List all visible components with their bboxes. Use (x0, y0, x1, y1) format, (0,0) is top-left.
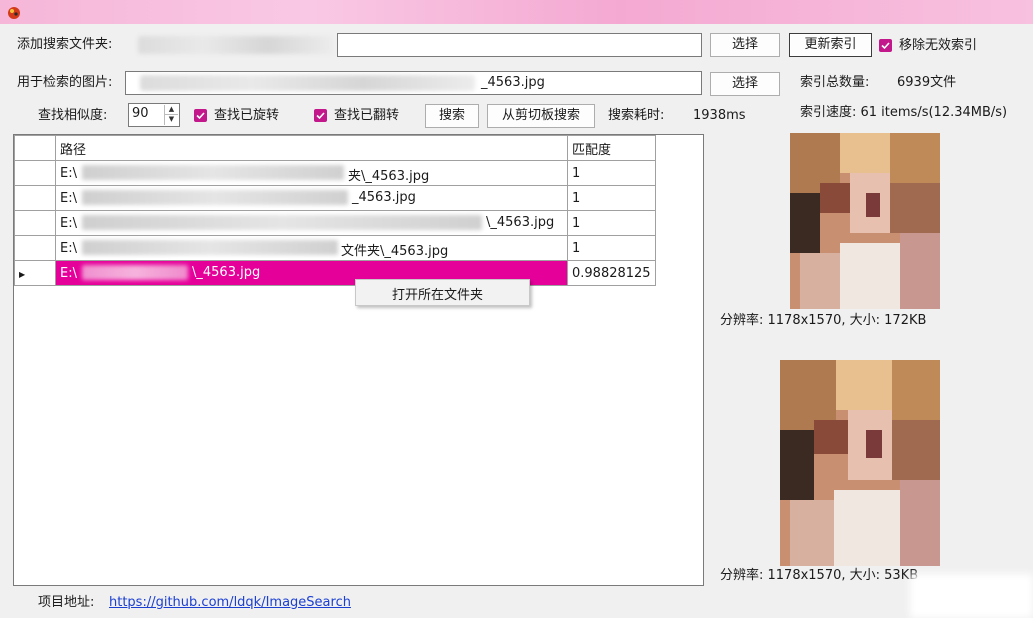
column-header-path[interactable]: 路径 (55, 135, 568, 161)
blurred-image-path (140, 75, 475, 91)
similarity-value: 90 (132, 106, 149, 121)
table-row[interactable]: E:\ _4563.jpg 1 (14, 185, 656, 211)
search-time-value: 1938ms (693, 108, 746, 123)
table-row[interactable]: E:\ 文件夹\_4563.jpg 1 (14, 235, 656, 261)
results-table: 路径 匹配度 E:\ 夹\_4563.jpg 1 E:\ _4563.jpg 1 E… (14, 135, 656, 286)
blurred-path (82, 240, 338, 255)
score-cell[interactable]: 1 (567, 160, 656, 186)
preview-image-query (786, 133, 944, 309)
score-cell[interactable]: 0.98828125 (567, 260, 656, 286)
row-selector[interactable] (14, 160, 56, 186)
search-time-label: 搜索耗时: (608, 108, 665, 123)
folder-path-input[interactable] (337, 33, 702, 57)
path-prefix: E:\ (60, 190, 77, 206)
app-icon (8, 7, 20, 19)
row-selector[interactable] (14, 210, 56, 236)
context-menu: 打开所在文件夹 (355, 279, 530, 306)
row-selector[interactable] (14, 235, 56, 261)
find-flipped-checkbox[interactable] (314, 109, 327, 122)
find-flipped-label: 查找已翻转 (334, 108, 400, 123)
check-icon (196, 112, 205, 120)
similarity-stepper[interactable]: 90 ▲ ▼ (128, 103, 180, 127)
select-image-button[interactable]: 选择 (710, 72, 780, 96)
match-image-info: 分辨率: 1178x1570, 大小: 53KB (720, 568, 919, 583)
index-total-value: 6939文件 (897, 75, 957, 90)
path-suffix: 文件夹\_4563.jpg (341, 244, 449, 259)
blurred-path (82, 215, 482, 230)
results-grid[interactable]: 路径 匹配度 E:\ 夹\_4563.jpg 1 E:\ _4563.jpg 1 E… (13, 134, 704, 586)
check-icon (881, 42, 890, 50)
blurred-folder-text (138, 36, 333, 54)
path-suffix: 夹\_4563.jpg (348, 169, 430, 184)
check-icon (316, 112, 325, 120)
add-folder-label: 添加搜索文件夹: (17, 37, 113, 52)
table-header: 路径 匹配度 (14, 135, 656, 161)
path-cell[interactable]: E:\ \_4563.jpg (55, 210, 568, 236)
blurred-path (82, 190, 348, 205)
score-cell[interactable]: 1 (567, 210, 656, 236)
remove-invalid-label: 移除无效索引 (899, 38, 978, 53)
query-image-info: 分辨率: 1178x1570, 大小: 172KB (720, 313, 927, 328)
score-cell[interactable]: 1 (567, 235, 656, 261)
stepper-down-icon[interactable]: ▼ (165, 115, 178, 124)
current-row-arrow-icon: ▶ (19, 269, 26, 279)
pixelated-photo-icon (786, 133, 944, 309)
update-index-button[interactable]: 更新索引 (789, 33, 872, 57)
find-rotated-checkbox[interactable] (194, 109, 207, 122)
clipboard-search-button[interactable]: 从剪切板搜索 (487, 104, 595, 128)
select-folder-button[interactable]: 选择 (710, 33, 780, 57)
row-header-corner (14, 135, 56, 161)
row-selector[interactable] (14, 185, 56, 211)
table-row[interactable]: E:\ \_4563.jpg 1 (14, 210, 656, 236)
project-link[interactable]: https://github.com/ldqk/ImageSearch (109, 593, 351, 613)
table-row-selected[interactable]: ▶ E:\ \_4563.jpg 0.98828125 (14, 260, 656, 286)
path-cell[interactable]: E:\ 文件夹\_4563.jpg (55, 235, 568, 261)
search-image-label: 用于检索的图片: (17, 75, 113, 90)
pixelated-photo-icon (776, 360, 944, 566)
blurred-path (82, 165, 344, 180)
index-speed: 索引速度: 61 items/s(12.34MB/s) (800, 105, 1008, 120)
score-cell[interactable]: 1 (567, 185, 656, 211)
title-bar[interactable] (0, 0, 1033, 24)
blurred-path (82, 265, 188, 280)
path-prefix: E:\ (60, 165, 77, 181)
index-total-label: 索引总数量: (800, 75, 870, 90)
project-label: 项目地址: (38, 595, 95, 610)
stepper-up-icon[interactable]: ▲ (165, 105, 178, 115)
similarity-label: 查找相似度: (38, 108, 108, 123)
path-suffix: _4563.jpg (352, 190, 416, 205)
path-prefix: E:\ (60, 265, 77, 281)
path-cell[interactable]: E:\ 夹\_4563.jpg (55, 160, 568, 186)
blurred-corner (910, 574, 1033, 618)
find-rotated-label: 查找已旋转 (214, 108, 280, 123)
stepper-arrows[interactable]: ▲ ▼ (164, 105, 178, 125)
path-cell[interactable]: E:\ _4563.jpg (55, 185, 568, 211)
preview-image-match (776, 360, 944, 566)
path-prefix: E:\ (60, 215, 77, 231)
image-path-suffix: _4563.jpg (481, 75, 545, 90)
path-prefix: E:\ (60, 240, 77, 256)
context-menu-open-folder[interactable]: 打开所在文件夹 (392, 284, 483, 303)
search-button[interactable]: 搜索 (425, 104, 479, 128)
path-suffix: \_4563.jpg (192, 265, 261, 280)
path-suffix: \_4563.jpg (486, 215, 555, 230)
row-selector[interactable]: ▶ (14, 260, 56, 286)
remove-invalid-checkbox[interactable] (879, 39, 892, 52)
column-header-score[interactable]: 匹配度 (567, 135, 656, 161)
table-row[interactable]: E:\ 夹\_4563.jpg 1 (14, 160, 656, 186)
